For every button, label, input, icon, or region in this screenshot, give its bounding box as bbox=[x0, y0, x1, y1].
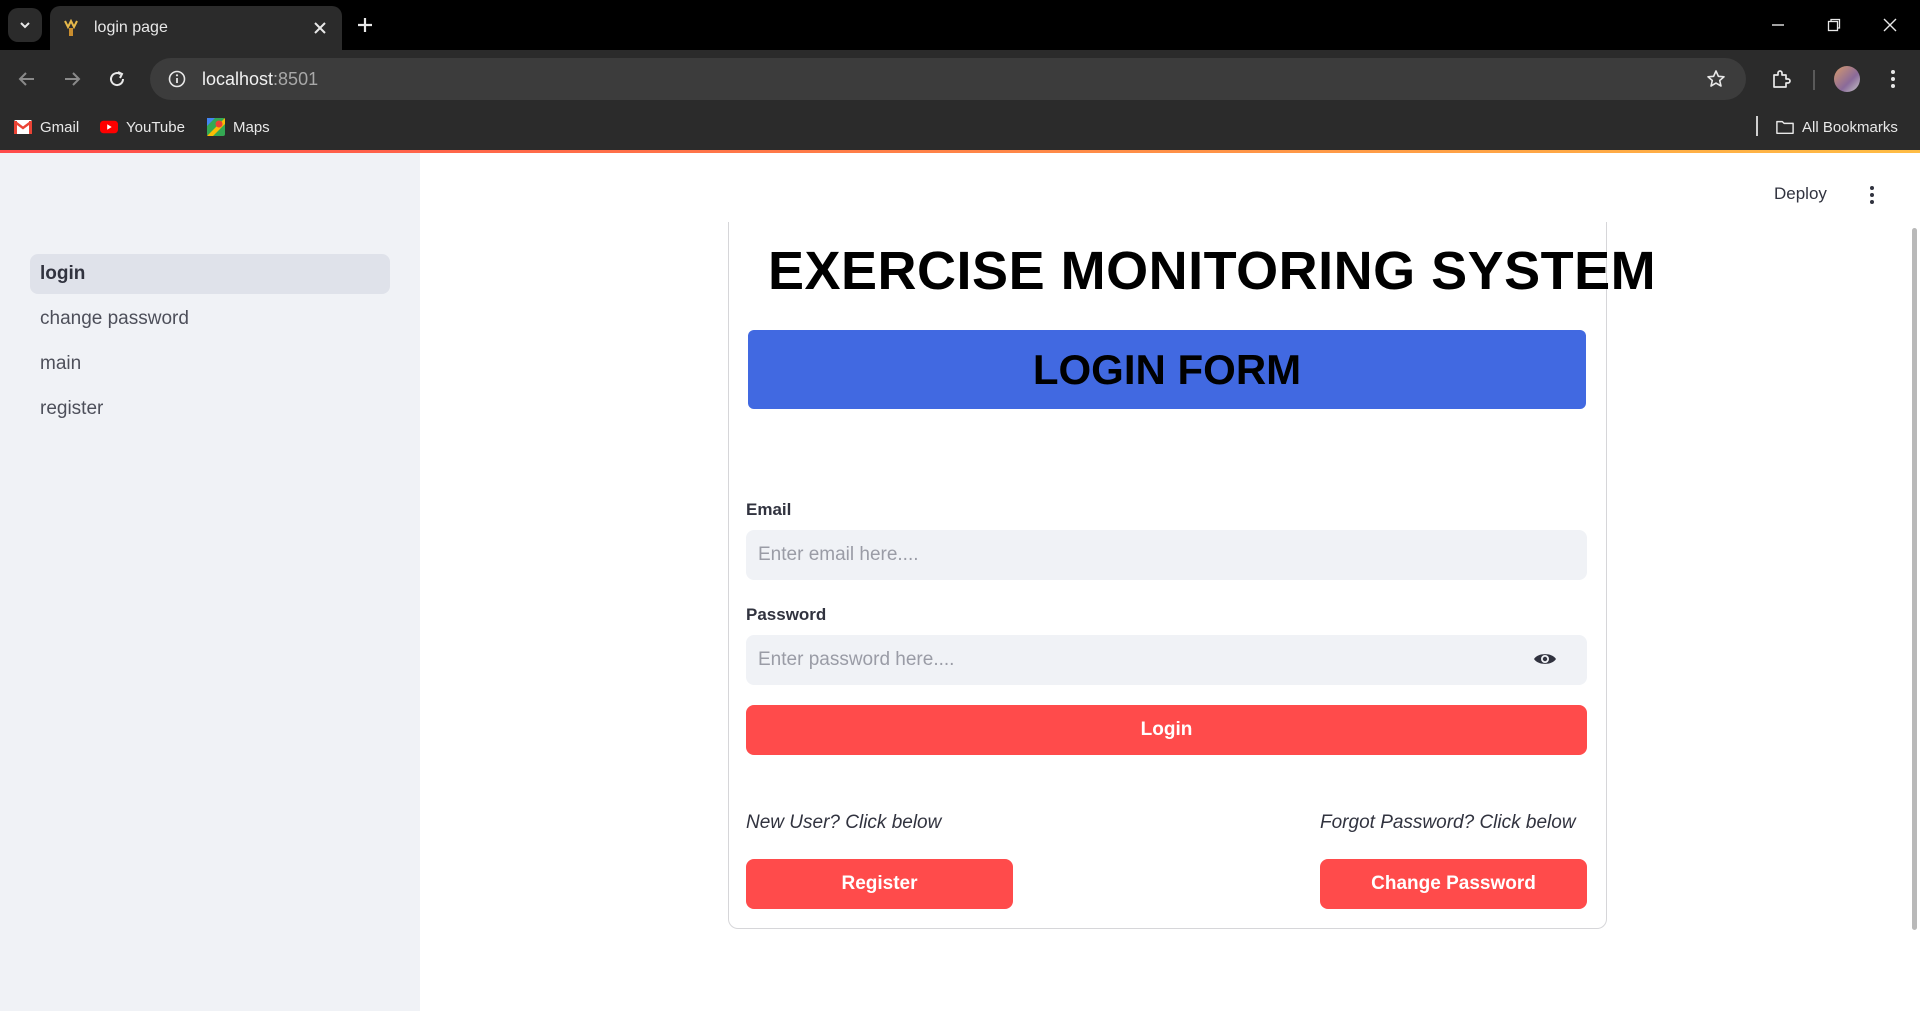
all-bookmarks-label: All Bookmarks bbox=[1802, 118, 1898, 136]
streamlit-favicon-icon bbox=[62, 19, 80, 37]
youtube-icon bbox=[100, 118, 118, 136]
minimize-icon bbox=[1772, 24, 1784, 26]
close-icon[interactable] bbox=[310, 18, 330, 38]
login-button[interactable]: Login bbox=[746, 705, 1587, 755]
restore-icon bbox=[1827, 18, 1841, 32]
new-user-hint: New User? Click below bbox=[746, 812, 942, 833]
register-button[interactable]: Register bbox=[746, 859, 1013, 909]
all-bookmarks-button[interactable]: All Bookmarks bbox=[1776, 118, 1898, 136]
minimize-button[interactable] bbox=[1758, 8, 1798, 42]
eye-icon[interactable] bbox=[1532, 648, 1558, 670]
bookmark-label: Maps bbox=[233, 118, 270, 136]
chevron-down-icon bbox=[20, 22, 30, 29]
bookmark-label: Gmail bbox=[40, 118, 80, 136]
app-menu-button[interactable] bbox=[1862, 182, 1882, 208]
sidebar-item-label: main bbox=[40, 353, 82, 374]
sidebar: login change password main register bbox=[0, 153, 420, 1011]
new-tab-button[interactable] bbox=[352, 12, 378, 38]
forgot-password-hint: Forgot Password? Click below bbox=[1320, 812, 1576, 833]
bookmark-maps[interactable]: Maps bbox=[207, 118, 270, 136]
tab-search-button[interactable] bbox=[8, 8, 42, 42]
bookmarks-divider bbox=[1756, 116, 1758, 136]
bookmark-gmail[interactable]: Gmail bbox=[14, 118, 79, 136]
password-field[interactable] bbox=[746, 635, 1587, 685]
sidebar-item-label: register bbox=[40, 398, 104, 419]
scrollbar-thumb[interactable] bbox=[1912, 228, 1917, 930]
more-vertical-icon bbox=[1870, 186, 1874, 204]
bookmarks-bar: Gmail YouTube Maps All Bookmarks bbox=[0, 108, 1920, 150]
email-label: Email bbox=[746, 500, 792, 519]
login-form-banner: LOGIN FORM bbox=[748, 330, 1586, 409]
sidebar-item-label: change password bbox=[40, 308, 189, 329]
bookmark-star-icon[interactable] bbox=[1704, 67, 1728, 91]
maps-icon bbox=[207, 118, 225, 136]
gmail-icon bbox=[14, 118, 32, 136]
sidebar-item-change-password[interactable]: change password bbox=[30, 299, 390, 339]
url-host: localhost bbox=[202, 68, 274, 89]
browser-menu-button[interactable] bbox=[1876, 62, 1910, 96]
extensions-button[interactable] bbox=[1764, 62, 1798, 96]
plus-icon bbox=[358, 18, 372, 32]
tab-title: login page bbox=[94, 19, 168, 36]
page-title: EXERCISE MONITORING SYSTEM bbox=[768, 241, 1657, 301]
change-password-button[interactable]: Change Password bbox=[1320, 859, 1587, 909]
password-label: Password bbox=[746, 605, 827, 624]
address-bar[interactable]: localhost:8501 bbox=[150, 58, 1746, 100]
puzzle-icon bbox=[1773, 70, 1791, 88]
sidebar-item-login[interactable]: login bbox=[30, 254, 390, 294]
reload-icon bbox=[110, 71, 125, 87]
back-button[interactable] bbox=[10, 62, 44, 96]
reload-button[interactable] bbox=[100, 62, 134, 96]
tab-strip: login page bbox=[0, 0, 1920, 50]
forward-button[interactable] bbox=[55, 62, 89, 96]
site-info-icon[interactable] bbox=[164, 66, 190, 92]
more-vertical-icon bbox=[1891, 70, 1895, 88]
back-arrow-icon bbox=[18, 72, 34, 86]
forward-arrow-icon bbox=[65, 72, 81, 86]
close-window-button[interactable] bbox=[1870, 8, 1910, 42]
toolbar-divider bbox=[1813, 70, 1815, 90]
bookmark-youtube[interactable]: YouTube bbox=[100, 118, 185, 136]
active-tab[interactable]: login page bbox=[50, 6, 342, 50]
close-window-icon bbox=[1883, 18, 1897, 32]
bookmark-label: YouTube bbox=[126, 118, 185, 136]
restore-button[interactable] bbox=[1814, 8, 1854, 42]
url-port: :8501 bbox=[273, 68, 319, 89]
browser-toolbar: localhost:8501 bbox=[0, 50, 1920, 108]
sidebar-item-register[interactable]: register bbox=[30, 389, 390, 429]
folder-icon bbox=[1776, 118, 1794, 136]
email-field[interactable] bbox=[746, 530, 1587, 580]
sidebar-item-main[interactable]: main bbox=[30, 344, 390, 384]
banner-text: LOGIN FORM bbox=[1032, 345, 1302, 393]
sidebar-item-label: login bbox=[40, 263, 86, 284]
profile-avatar[interactable] bbox=[1834, 66, 1860, 92]
deploy-button[interactable]: Deploy bbox=[1774, 184, 1827, 204]
